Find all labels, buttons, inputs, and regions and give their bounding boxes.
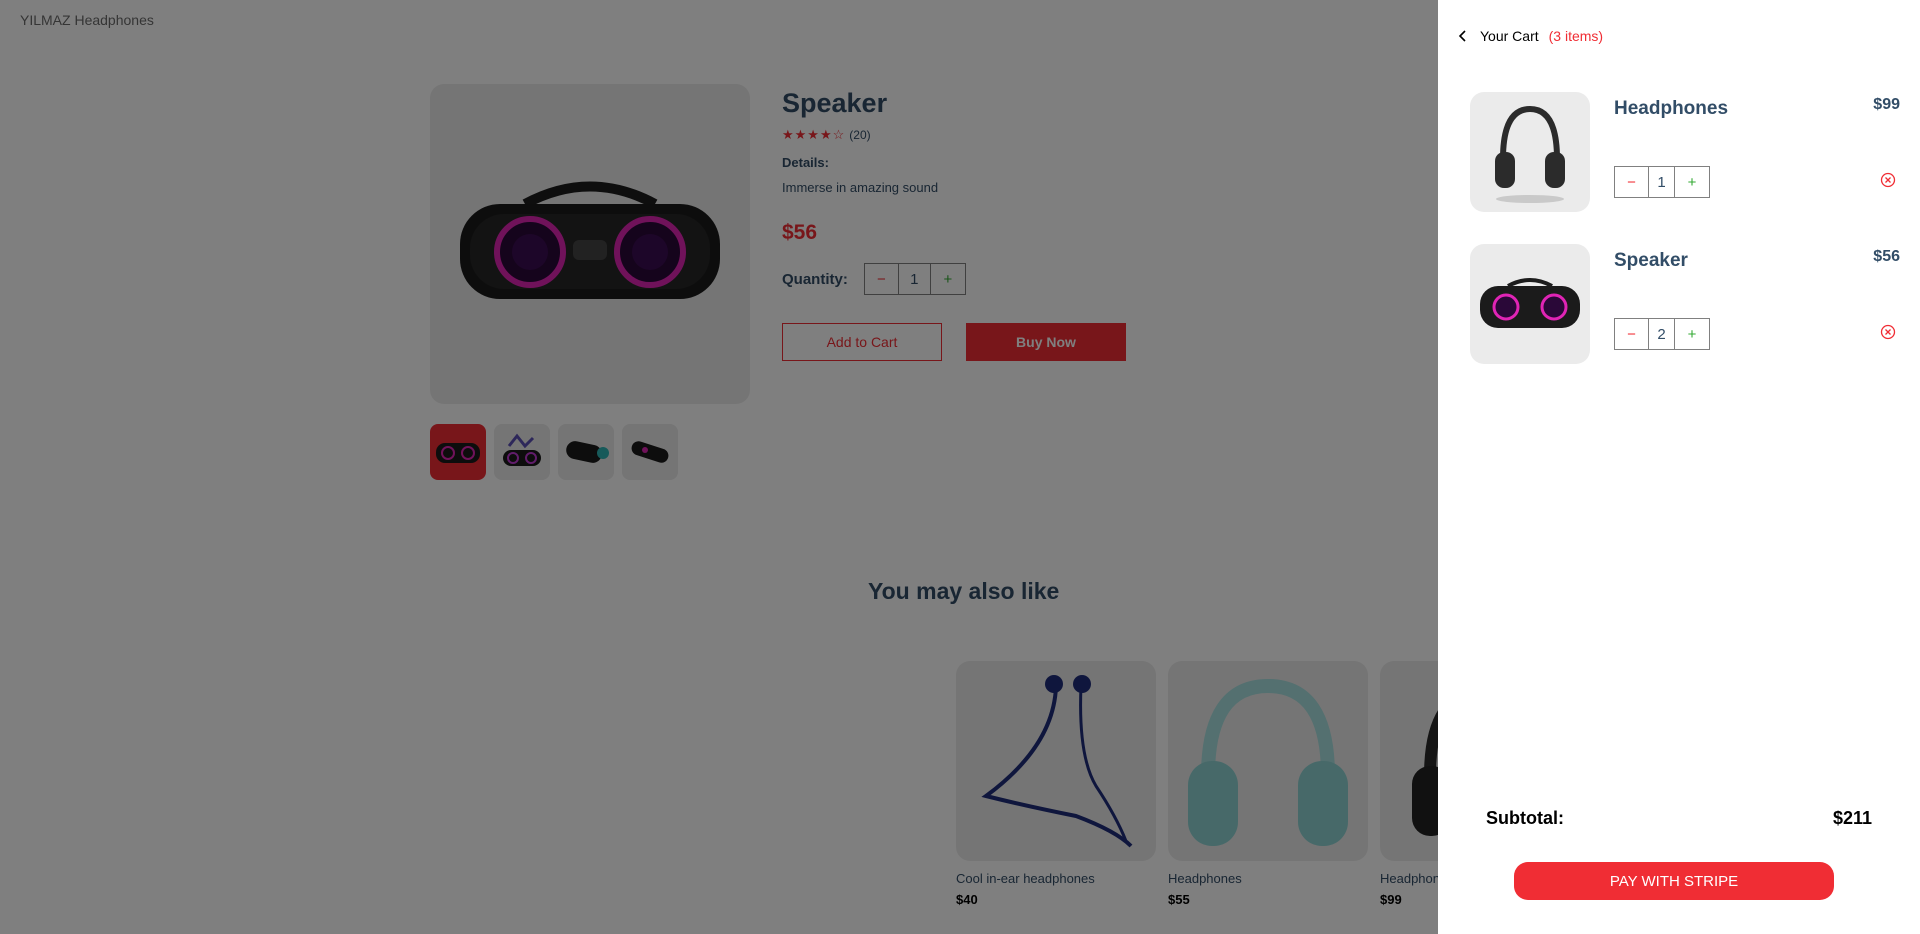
cart-panel: Your Cart (3 items) Headphones $99 − 1 + — [1438, 0, 1920, 934]
cart-item: Speaker $56 − 2 + — [1470, 244, 1900, 364]
cart-item-price: $99 — [1873, 96, 1900, 113]
pay-with-stripe-button[interactable]: PAY WITH STRIPE — [1514, 862, 1834, 900]
increase-quantity-button[interactable]: + — [1675, 319, 1709, 349]
cart-item-image — [1470, 244, 1590, 364]
cart-backdrop[interactable] — [0, 0, 1438, 934]
headphones-image — [1495, 105, 1565, 203]
quantity-value: 2 — [1649, 319, 1675, 349]
subtotal-value: $211 — [1832, 808, 1872, 828]
remove-circle-icon[interactable] — [1880, 172, 1896, 188]
chevron-left-icon[interactable] — [1456, 29, 1470, 43]
cart-item: Headphones $99 − 1 + — [1470, 92, 1900, 212]
cart-item-count: (3 items) — [1548, 28, 1604, 44]
cart-item-name: Speaker — [1614, 250, 1688, 271]
speaker-image — [1480, 278, 1580, 328]
cart-item-image — [1470, 92, 1590, 212]
increase-quantity-button[interactable]: + — [1675, 167, 1709, 197]
cart-item-price: $56 — [1873, 248, 1900, 265]
cart-heading: Your Cart — [1480, 28, 1539, 44]
decrease-quantity-button[interactable]: − — [1615, 319, 1649, 349]
page: YILMAZ Headphones Speaker ★★★★☆ — [0, 0, 1920, 934]
remove-circle-icon[interactable] — [1880, 324, 1896, 340]
cart-header[interactable]: Your Cart (3 items) — [1456, 28, 1603, 44]
quantity-stepper: − 2 + — [1614, 318, 1710, 350]
cart-item-name: Headphones — [1614, 98, 1729, 119]
quantity-value: 1 — [1649, 167, 1675, 197]
decrease-quantity-button[interactable]: − — [1615, 167, 1649, 197]
quantity-stepper: − 1 + — [1614, 166, 1710, 198]
subtotal-label: Subtotal: — [1486, 808, 1564, 828]
